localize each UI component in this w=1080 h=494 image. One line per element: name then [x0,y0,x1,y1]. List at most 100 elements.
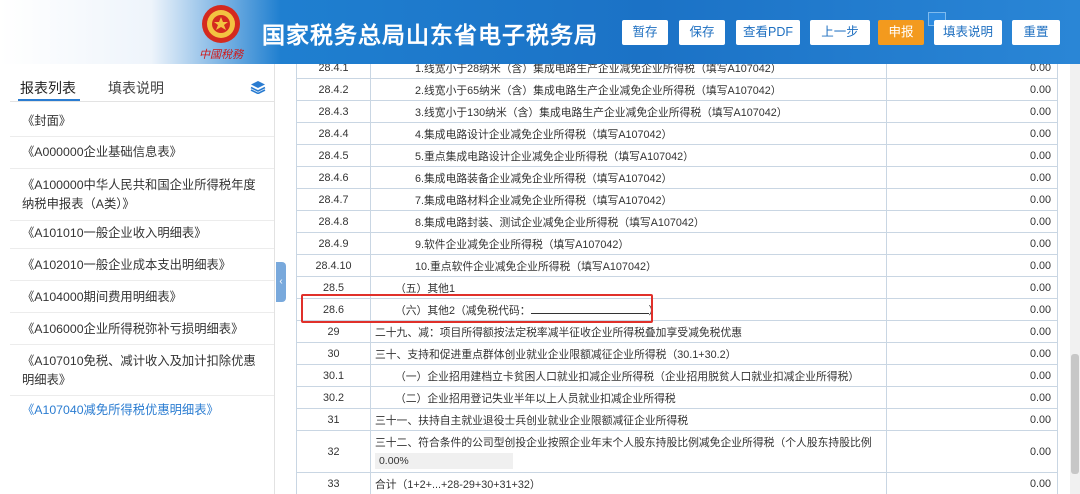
row-description: 三十、支持和促进重点群体创业就业企业限额减征企业所得税（30.1+30.2） [369,342,887,365]
row-amount[interactable]: 0.00 [885,122,1059,145]
row-description-text: 9.软件企业减免企业所得税（填写A107042） [414,238,630,251]
row-description-text: 8.集成电路封装、测试企业减免企业所得税（填写A107042） [414,216,705,229]
row-amount[interactable]: 0.00 [885,386,1059,409]
row-amount[interactable]: 0.00 [885,408,1059,431]
nav-divider [10,395,274,396]
form-table-area: 28.4.1 1.线宽小于28纳米（含）集成电路生产企业减免企业所得税（填写A10… [296,64,1068,494]
table-row: 28.4.7 7.集成电路材料企业减免企业所得税（填写A107042） 0.00 [296,188,1059,211]
row-amount[interactable]: 0.00 [885,232,1059,255]
nav-item-a100000[interactable]: 《A100000中华人民共和国企业所得税年度纳税申报表（A类）》 [22,176,262,214]
row-description: 9.软件企业减免企业所得税（填写A107042） [369,232,887,255]
row-amount[interactable]: 0.00 [885,78,1059,101]
row-number: 33 [296,472,371,494]
nav-item-a107040[interactable]: 《A107040减免所得税优惠明细表》 [22,401,262,420]
row-amount[interactable]: 0.00 [885,276,1059,299]
nav-item-a102010[interactable]: 《A102010一般企业成本支出明细表》 [22,256,262,275]
reset-button[interactable]: 重置 [1012,20,1060,45]
row-amount[interactable]: 0.00 [885,430,1059,473]
row-amount[interactable]: 0.00 [885,210,1059,233]
row-description-text: （五）其他1 [394,282,455,295]
table-row: 28.4.5 5.重点集成电路设计企业减免企业所得税（填写A107042） 0.00 [296,144,1059,167]
row-description-text: （六）其他2（减免税代码： [394,304,531,317]
table-row: 28.6 （六）其他2（减免税代码： ） 0.00 [296,298,1059,321]
row-number: 32 [296,430,371,473]
row-amount[interactable]: 0.00 [885,188,1059,211]
row-description-suffix: ） [648,304,660,317]
table-row: 31 三十一、扶持自主就业退役士兵创业就业企业限额减征企业所得税 0.00 [296,408,1059,431]
row-amount[interactable]: 0.00 [885,144,1059,167]
row-description: 3.线宽小于130纳米（含）集成电路生产企业减免企业所得税（填写A107042） [369,100,887,123]
collapse-panel-button[interactable]: ‹ [276,262,286,302]
row-number: 28.4.8 [296,210,371,233]
row-number: 31 [296,408,371,431]
row-amount[interactable]: 0.00 [885,64,1059,79]
tax-emblem-icon [202,5,240,43]
row-description: （六）其他2（减免税代码： ） [369,298,887,321]
table-row: 33 合计（1+2+...+28-29+30+31+32） 0.00 [296,472,1059,494]
save-button[interactable]: 保存 [679,20,725,45]
row-number: 28.6 [296,298,371,321]
row-number: 28.4.1 [296,64,371,79]
table-row: 30.1 （一）企业招用建档立卡贫困人口就业扣减企业所得税（企业招用脱贫人口就业扣… [296,364,1059,387]
row-number: 30.2 [296,386,371,409]
nav-divider [10,248,274,249]
row-number: 28.4.3 [296,100,371,123]
table-row: 28.4.10 10.重点软件企业减免企业所得税（填写A107042） 0.00 [296,254,1059,277]
table-row: 28.4.8 8.集成电路封装、测试企业减免企业所得税（填写A107042） 0.0… [296,210,1059,233]
scrollbar-thumb[interactable] [1071,354,1079,474]
row-amount[interactable]: 0.00 [885,342,1059,365]
shareholding-ratio-input[interactable]: 0.00% [374,453,513,469]
row-description-text: 三十二、符合条件的公司型创投企业按照企业年末个人股东持股比例减免企业所得税（个人… [374,437,872,449]
nav-divider [10,220,274,221]
row-description: 三十二、符合条件的公司型创投企业按照企业年末个人股东持股比例减免企业所得税（个人… [369,430,887,473]
row-amount[interactable]: 0.00 [885,100,1059,123]
fill-help-button[interactable]: 填表说明 [934,20,1002,45]
table-row: 28.4.1 1.线宽小于28纳米（含）集成电路生产企业减免企业所得税（填写A10… [296,64,1059,79]
row-description: （五）其他1 [369,276,887,299]
row-number: 28.4.6 [296,166,371,189]
table-row: 30 三十、支持和促进重点群体创业就业企业限额减征企业所得税（30.1+30.2）… [296,342,1059,365]
relief-code-input[interactable] [530,302,649,314]
row-description: 5.重点集成电路设计企业减免企业所得税（填写A107042） [369,144,887,167]
nav-item-cover[interactable]: 《封面》 [22,112,262,131]
row-amount[interactable]: 0.00 [885,472,1059,494]
declare-button[interactable]: 申报 [878,20,924,45]
view-pdf-button[interactable]: 查看PDF [736,20,800,45]
table-row: 29 二十九、减：项目所得额按法定税率减半征收企业所得税叠加享受减免税优惠 0.00 [296,320,1059,343]
nav-item-a101010[interactable]: 《A101010一般企业收入明细表》 [22,224,262,243]
row-amount[interactable]: 0.00 [885,166,1059,189]
nav-item-a107010[interactable]: 《A107010免税、减计收入及加计扣除优惠明细表》 [22,352,262,390]
row-description: 二十九、减：项目所得额按法定税率减半征收企业所得税叠加享受减免税优惠 [369,320,887,343]
row-description: （二）企业招用登记失业半年以上人员就业扣减企业所得税 [369,386,887,409]
row-description-text: 6.集成电路装备企业减免企业所得税（填写A107042） [414,172,673,185]
row-description-text: 二十九、减：项目所得额按法定税率减半征收企业所得税叠加享受减免税优惠 [374,326,743,339]
temp-save-button[interactable]: 暂存 [622,20,668,45]
row-number: 28.4.2 [296,78,371,101]
nav-item-a104000[interactable]: 《A104000期间费用明细表》 [22,288,262,307]
nav-item-a000000[interactable]: 《A000000企业基础信息表》 [22,143,262,162]
row-description-text: 合计（1+2+...+28-29+30+31+32） [374,478,541,491]
row-description: 2.线宽小于65纳米（含）集成电路生产企业减免企业所得税（填写A107042） [369,78,887,101]
vertical-scrollbar[interactable] [1070,64,1080,494]
row-description-text: 1.线宽小于28纳米（含）集成电路生产企业减免企业所得税（填写A107042） [414,64,782,75]
layers-icon[interactable] [250,80,266,94]
row-description-text: 5.重点集成电路设计企业减免企业所得税（填写A107042） [414,150,694,163]
row-number: 28.4.9 [296,232,371,255]
row-description: 7.集成电路材料企业减免企业所得税（填写A107042） [369,188,887,211]
prev-step-button[interactable]: 上一步 [810,20,870,45]
row-amount[interactable]: 0.00 [885,364,1059,387]
row-description-text: 三十一、扶持自主就业退役士兵创业就业企业限额减征企业所得税 [374,414,689,427]
nav-divider [10,312,274,313]
row-number: 29 [296,320,371,343]
table-row: 28.4.3 3.线宽小于130纳米（含）集成电路生产企业减免企业所得税（填写A1… [296,100,1059,123]
emblem-caption: 中國稅務 [199,48,243,61]
row-amount[interactable]: 0.00 [885,298,1059,321]
row-number: 28.4.7 [296,188,371,211]
site-title: 国家税务总局山东省电子税务局 [262,22,598,48]
nav-divider [10,344,274,345]
row-amount[interactable]: 0.00 [885,320,1059,343]
nav-item-a106000[interactable]: 《A106000企业所得税弥补亏损明细表》 [22,320,262,339]
tab-report-list[interactable]: 报表列表 [20,78,76,98]
tab-fill-help[interactable]: 填表说明 [108,78,164,98]
row-amount[interactable]: 0.00 [885,254,1059,277]
